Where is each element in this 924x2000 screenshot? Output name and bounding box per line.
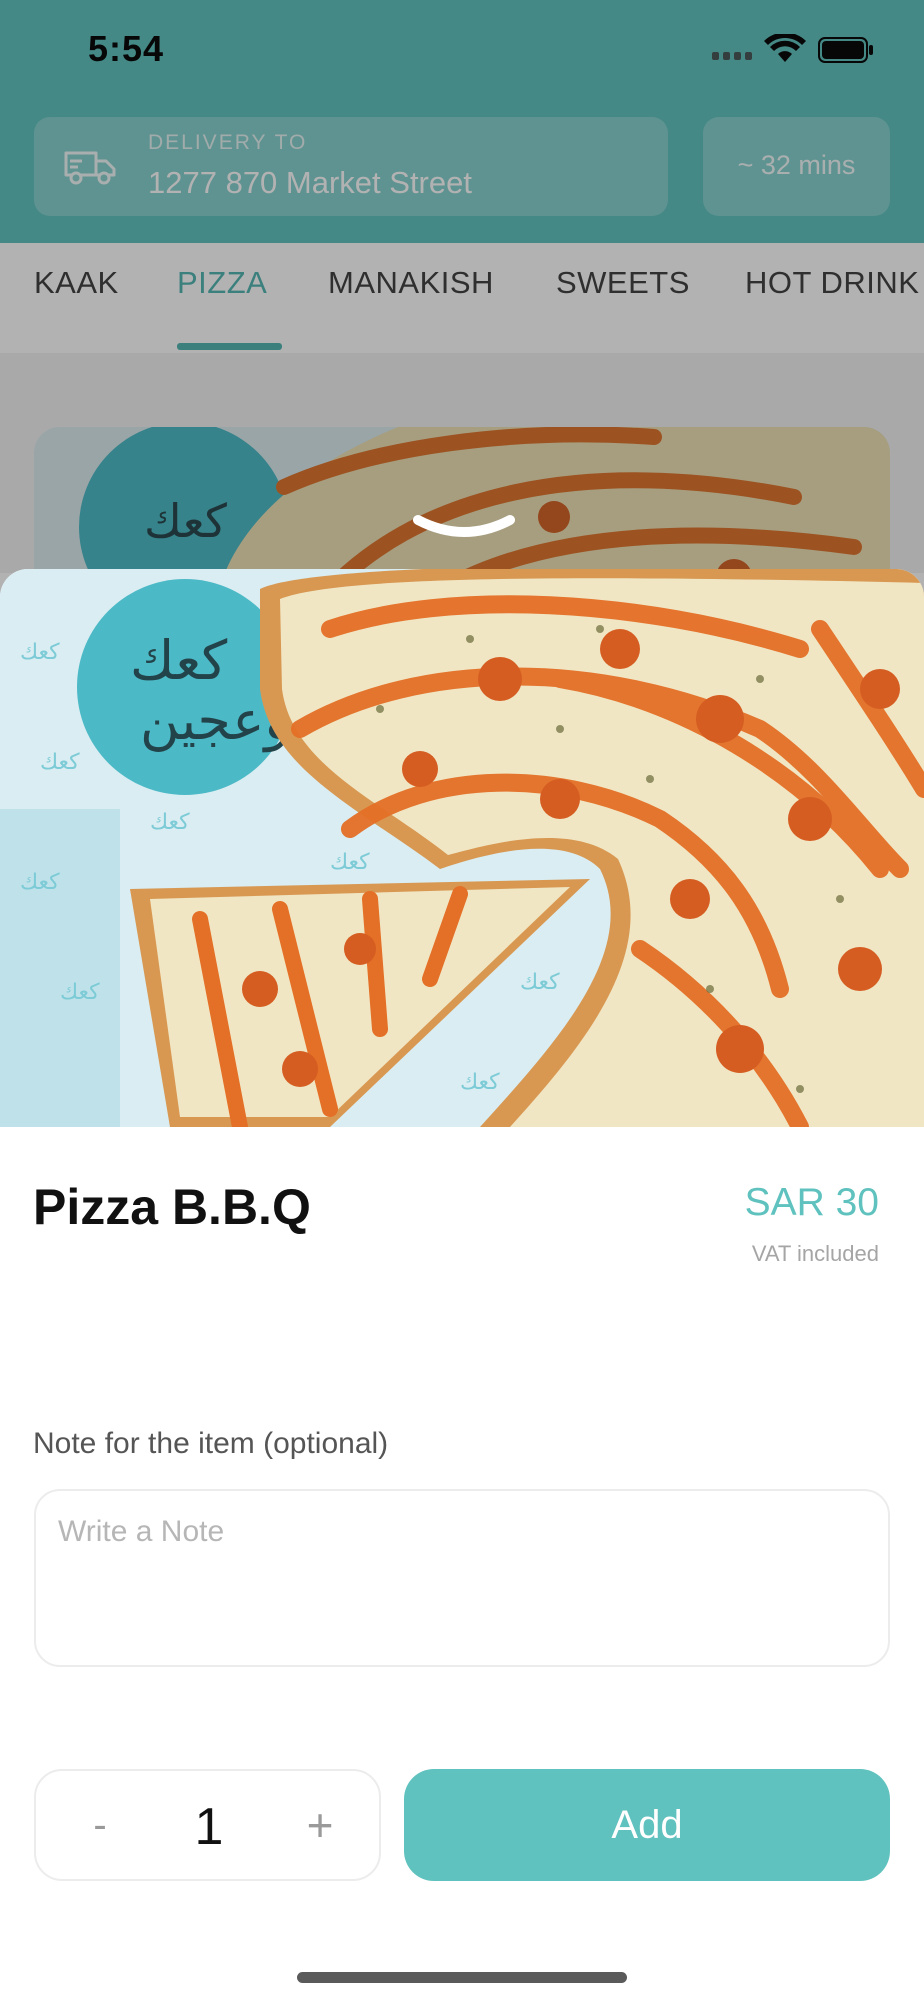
home-indicator xyxy=(297,1972,627,1983)
vat-note: VAT included xyxy=(751,1241,879,1266)
add-to-cart-button[interactable]: Add xyxy=(404,1769,890,1881)
quantity-value: 1 xyxy=(194,1798,224,1856)
quantity-stepper: - 1 + xyxy=(34,1769,381,1881)
item-title: Pizza B.B.Q xyxy=(33,1179,311,1235)
svg-text:كعك: كعك xyxy=(330,850,370,875)
svg-text:كعك: كعك xyxy=(130,629,228,692)
note-label: Note for the item (optional) xyxy=(33,1427,389,1460)
note-field[interactable] xyxy=(34,1489,890,1667)
svg-text:كعك: كعك xyxy=(20,870,60,895)
svg-text:كعك: كعك xyxy=(150,810,190,835)
screen: 5:54 DELIVERY TO 1277 870 Market Street … xyxy=(0,0,924,2000)
increase-quantity-button[interactable]: + xyxy=(298,1799,342,1855)
svg-text:كعك: كعك xyxy=(520,970,560,995)
svg-text:كعك: كعك xyxy=(20,640,60,665)
decrease-quantity-button[interactable]: - xyxy=(80,1799,120,1855)
svg-text:كعك: كعك xyxy=(60,980,100,1005)
svg-text:كعك: كعك xyxy=(460,1070,500,1095)
item-photo: كعك وعجين كعككعككعك كعككعككعك كعككعككعك xyxy=(0,569,924,1127)
svg-text:كعك: كعك xyxy=(40,750,80,775)
item-detail-sheet: كعك وعجين كعككعككعك كعككعككعك كعككعككعك xyxy=(0,569,924,2000)
note-input[interactable] xyxy=(58,1515,858,1645)
dismiss-chevron-icon[interactable] xyxy=(412,514,516,544)
item-price: SAR 30 xyxy=(744,1181,879,1224)
